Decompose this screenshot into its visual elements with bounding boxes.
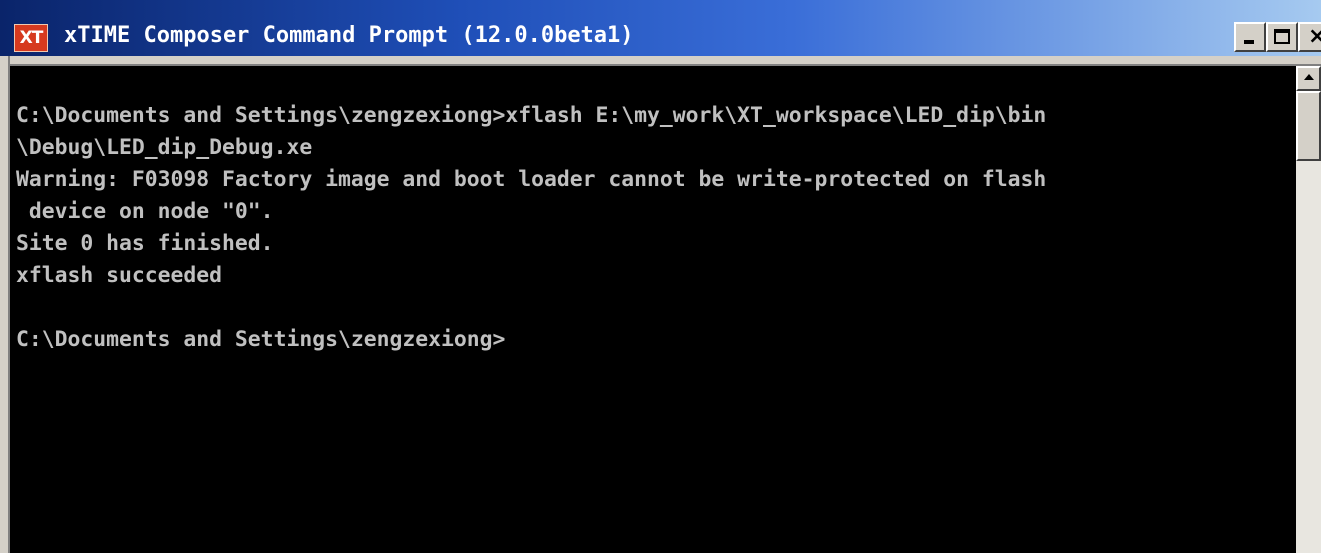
console-line: device on node "0".	[16, 199, 274, 224]
close-button[interactable]: ×	[1298, 22, 1321, 52]
window-frame-left	[0, 56, 10, 553]
console-line-list: C:\Documents and Settings\zengzexiong> xf…	[16, 100, 1046, 356]
scroll-thumb[interactable]	[1296, 91, 1321, 161]
console-line: Site 0 has finished.	[16, 231, 274, 256]
xtime-app-icon[interactable]: XT	[14, 24, 48, 52]
vertical-scrollbar[interactable]	[1296, 66, 1321, 553]
close-icon: ×	[1308, 24, 1321, 49]
console-line: Warning: F03098 Factory image and boot l…	[16, 167, 1047, 192]
scroll-up-button[interactable]	[1296, 66, 1321, 91]
console-prompt-line[interactable]: C:\Documents and Settings\zengzexiong>	[16, 324, 1046, 356]
console-output[interactable]: C:\Documents and Settings\zengzexiong> xf…	[10, 66, 1296, 553]
maximize-button[interactable]	[1266, 22, 1298, 52]
window-title: xTIME Composer Command Prompt (12.0.0bet…	[64, 23, 634, 48]
window-frame-top	[0, 56, 1321, 66]
title-bar[interactable]: XT xTIME Composer Command Prompt (12.0.0…	[0, 0, 1321, 56]
console-line: \Debug\LED_dip_Debug.xe	[16, 135, 313, 160]
minimize-icon	[1244, 40, 1254, 44]
console-line: C:\Documents and Settings\zengzexiong>xf…	[16, 103, 1047, 128]
scroll-up-arrow-icon	[1304, 74, 1314, 80]
console-line: xflash succeeded	[16, 263, 223, 288]
maximize-icon	[1274, 29, 1290, 44]
console-window: XT xTIME Composer Command Prompt (12.0.0…	[0, 0, 1321, 553]
minimize-button[interactable]	[1234, 22, 1266, 52]
